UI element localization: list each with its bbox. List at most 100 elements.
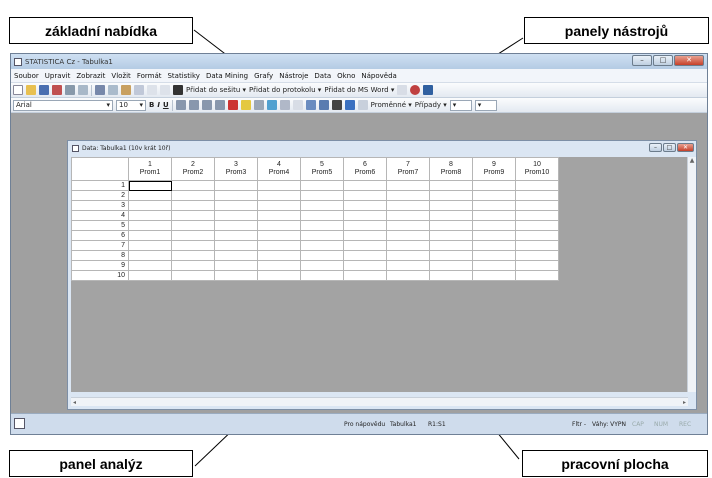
grid-cell-active[interactable] bbox=[128, 180, 172, 191]
menu-okno[interactable]: Okno bbox=[334, 72, 358, 80]
save-icon[interactable] bbox=[39, 85, 49, 95]
grid-cell[interactable] bbox=[429, 180, 473, 191]
grid-cell[interactable] bbox=[128, 240, 172, 251]
grid-cell[interactable] bbox=[257, 210, 301, 221]
grid-cell[interactable] bbox=[343, 260, 387, 271]
grid-cell[interactable] bbox=[214, 270, 258, 281]
row-header[interactable]: 3 bbox=[71, 200, 129, 211]
grid-cell[interactable] bbox=[214, 250, 258, 261]
font-select[interactable]: Arial ▾ bbox=[13, 99, 113, 111]
row-header[interactable]: 4 bbox=[71, 210, 129, 221]
grid-cell[interactable] bbox=[472, 230, 516, 241]
column-header[interactable]: 4 Prom4 bbox=[257, 157, 301, 181]
font-color-icon[interactable] bbox=[227, 100, 238, 110]
bold-button[interactable]: B bbox=[149, 101, 154, 109]
grid-cell[interactable] bbox=[472, 210, 516, 221]
row-header[interactable]: 5 bbox=[71, 220, 129, 231]
copy-icon[interactable] bbox=[108, 85, 118, 95]
grid-cell[interactable] bbox=[343, 180, 387, 191]
graph-icon[interactable] bbox=[318, 100, 329, 110]
doc-close-button[interactable]: ✕ bbox=[677, 143, 694, 152]
grid-cell[interactable] bbox=[128, 230, 172, 241]
zoom-select[interactable]: ▾ bbox=[474, 99, 497, 111]
column-header[interactable]: 2 Prom2 bbox=[171, 157, 215, 181]
italic-button[interactable]: I bbox=[157, 101, 160, 109]
view-select[interactable]: ▾ bbox=[449, 99, 472, 111]
grid-cell[interactable] bbox=[429, 210, 473, 221]
grid-cell[interactable] bbox=[257, 270, 301, 281]
grid-cell[interactable] bbox=[171, 220, 215, 231]
grid-cell[interactable] bbox=[171, 200, 215, 211]
help-pointer-icon[interactable] bbox=[423, 85, 434, 95]
column-header[interactable]: 1 Prom1 bbox=[128, 157, 172, 181]
row-header[interactable]: 2 bbox=[71, 190, 129, 201]
grid-cell[interactable] bbox=[171, 260, 215, 271]
grid-cell[interactable] bbox=[171, 180, 215, 191]
minimize-button[interactable]: – bbox=[632, 55, 652, 66]
add-to-workbook-button[interactable]: Přidat do sešitu ▾ bbox=[186, 86, 246, 94]
grid-cell[interactable] bbox=[515, 220, 559, 231]
menu-upravit[interactable]: Upravit bbox=[42, 72, 74, 80]
grid-cell[interactable] bbox=[429, 200, 473, 211]
vertical-scrollbar[interactable]: ▲ bbox=[687, 157, 696, 392]
row-header[interactable]: 8 bbox=[71, 250, 129, 261]
menu-zobrazit[interactable]: Zobrazit bbox=[73, 72, 108, 80]
menu-nastroje[interactable]: Nástroje bbox=[276, 72, 311, 80]
columns-icon[interactable] bbox=[279, 100, 290, 110]
column-header[interactable]: 5 Prom5 bbox=[300, 157, 344, 181]
web-icon[interactable] bbox=[410, 85, 421, 95]
grid-cell[interactable] bbox=[429, 220, 473, 231]
grid-cell[interactable] bbox=[214, 210, 258, 221]
grid-cell[interactable] bbox=[429, 260, 473, 271]
menu-napoveda[interactable]: Nápověda bbox=[358, 72, 399, 80]
grid-cell[interactable] bbox=[472, 250, 516, 261]
grid-cell[interactable] bbox=[386, 270, 430, 281]
scroll-left-icon[interactable]: ◂ bbox=[73, 399, 76, 406]
grid-cell[interactable] bbox=[429, 250, 473, 261]
print-data-icon[interactable] bbox=[331, 100, 342, 110]
grid-cell[interactable] bbox=[257, 220, 301, 231]
grid-cell[interactable] bbox=[386, 200, 430, 211]
grid-cell[interactable] bbox=[386, 260, 430, 271]
grid-cell[interactable] bbox=[214, 240, 258, 251]
grid-cell[interactable] bbox=[300, 210, 344, 221]
scroll-right-icon[interactable]: ▸ bbox=[683, 399, 686, 406]
grid-cell[interactable] bbox=[343, 220, 387, 231]
grid-cell[interactable] bbox=[128, 220, 172, 231]
grid-cell[interactable] bbox=[171, 270, 215, 281]
grid-cell[interactable] bbox=[128, 190, 172, 201]
variables-button[interactable]: Proměnné ▾ bbox=[371, 101, 412, 109]
grid-cell[interactable] bbox=[515, 210, 559, 221]
grid-cell[interactable] bbox=[257, 190, 301, 201]
font-size-select[interactable]: 10 ▾ bbox=[116, 99, 146, 111]
merge-icon[interactable] bbox=[214, 100, 225, 110]
grid-cell[interactable] bbox=[128, 270, 172, 281]
grid-cell[interactable] bbox=[429, 240, 473, 251]
grid-cell[interactable] bbox=[214, 200, 258, 211]
grid-cell[interactable] bbox=[386, 250, 430, 261]
column-header[interactable]: 10 Prom10 bbox=[515, 157, 559, 181]
underline-button[interactable]: U bbox=[163, 101, 169, 109]
border-icon[interactable] bbox=[253, 100, 264, 110]
grid-cell[interactable] bbox=[386, 230, 430, 241]
menu-soubor[interactable]: Soubor bbox=[11, 72, 42, 80]
grid-cell[interactable] bbox=[343, 240, 387, 251]
grid-cell[interactable] bbox=[300, 250, 344, 261]
grid-cell[interactable] bbox=[386, 190, 430, 201]
marker-icon[interactable] bbox=[266, 100, 277, 110]
align-left-icon[interactable] bbox=[175, 100, 186, 110]
row-header[interactable]: 6 bbox=[71, 230, 129, 241]
grid-cell[interactable] bbox=[429, 190, 473, 201]
grid-cell[interactable] bbox=[300, 230, 344, 241]
grid-cell[interactable] bbox=[472, 200, 516, 211]
grid-cell[interactable] bbox=[343, 200, 387, 211]
doc-minimize-button[interactable]: – bbox=[649, 143, 662, 152]
transform-icon[interactable] bbox=[357, 100, 368, 110]
maximize-button[interactable]: □ bbox=[653, 55, 673, 66]
row-header[interactable]: 9 bbox=[71, 260, 129, 271]
grid-cell[interactable] bbox=[515, 190, 559, 201]
new-icon[interactable] bbox=[13, 85, 23, 95]
grid-cell[interactable] bbox=[515, 260, 559, 271]
column-header[interactable]: 3 Prom3 bbox=[214, 157, 258, 181]
column-header[interactable]: 7 Prom7 bbox=[386, 157, 430, 181]
